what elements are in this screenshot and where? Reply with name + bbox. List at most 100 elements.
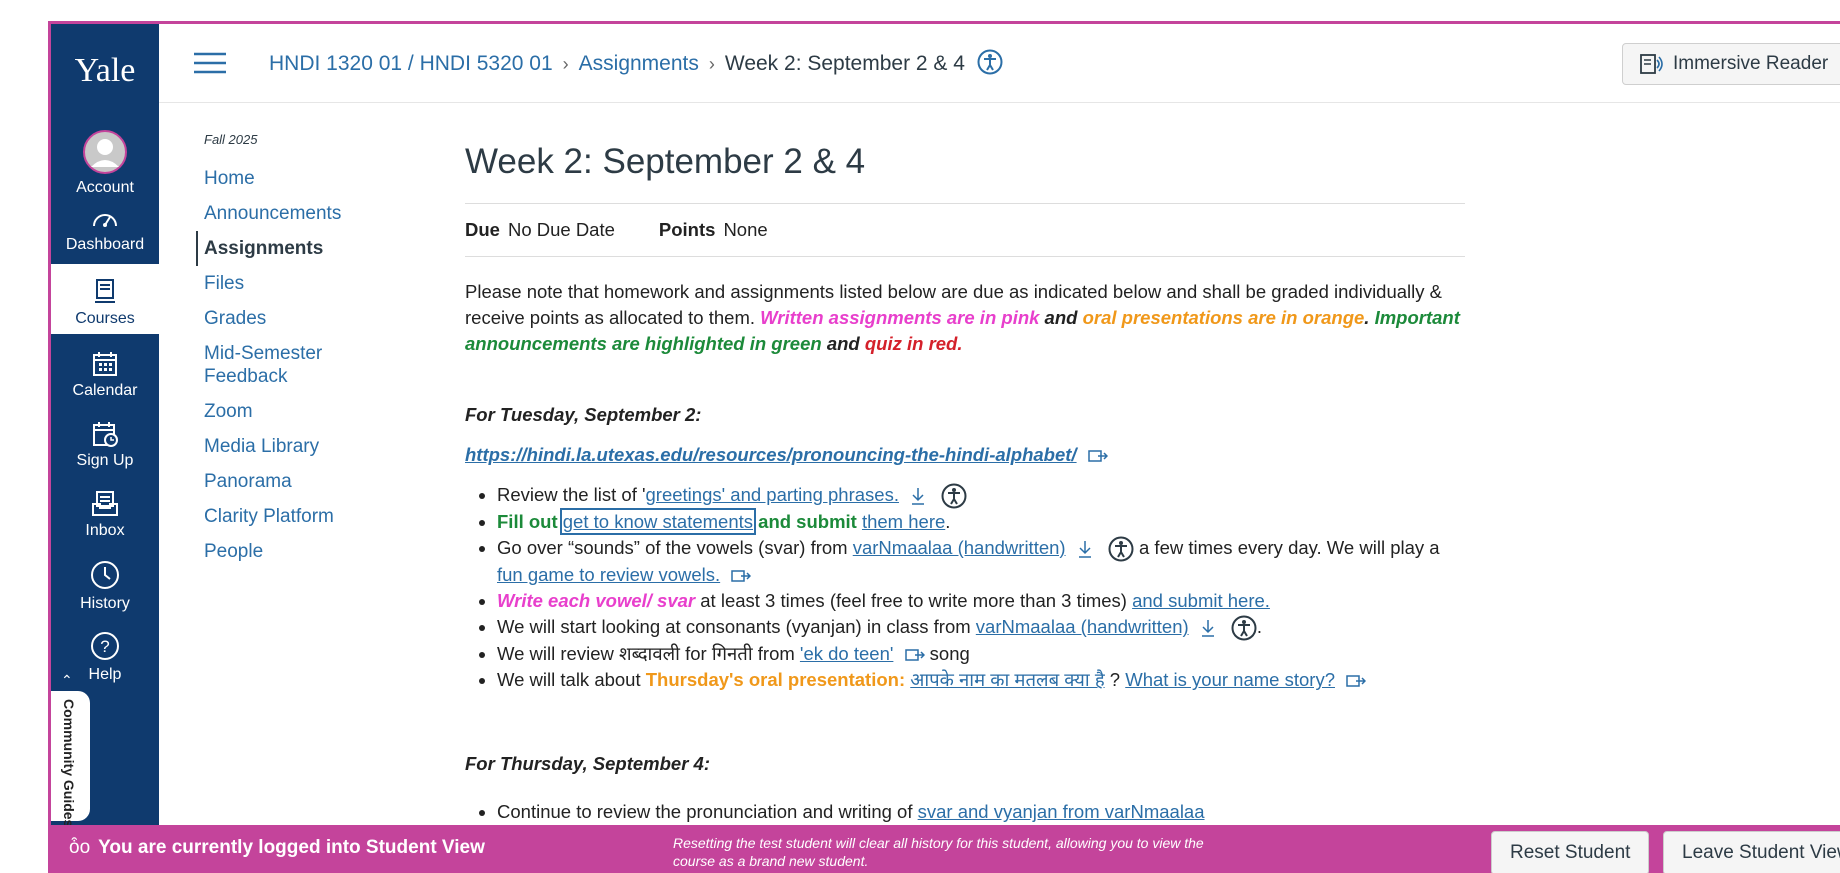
varnmaalaa-link[interactable]: varNmaalaa (handwritten) [853, 537, 1066, 558]
list-item: Fill out get to know statements and subm… [497, 508, 1465, 536]
alphabet-resource-link[interactable]: https://hindi.la.utexas.edu/resources/pr… [465, 444, 1077, 465]
ek-do-teen-link[interactable]: 'ek do teen' [800, 643, 893, 664]
list-item: Write each vowel/ svar at least 3 times … [497, 588, 1465, 614]
dashboard-icon [93, 214, 117, 227]
nav-inbox[interactable]: Inbox [51, 490, 159, 540]
item-text: Go over “sounds” of the vowels (svar) fr… [497, 537, 853, 559]
reset-student-button[interactable]: Reset Student [1491, 831, 1650, 873]
external-link-icon [731, 570, 752, 583]
item-text: at least 3 times (feel free to write mor… [695, 590, 1133, 612]
nav-courses[interactable]: Courses [51, 264, 159, 334]
community-guides-tab[interactable]: Community Guides [51, 691, 90, 827]
submit-vowels-link[interactable]: and submit here. [1132, 590, 1270, 611]
calendar-icon [93, 352, 117, 376]
community-guides-label: Community Guides [61, 699, 77, 828]
nav-history-label: History [80, 595, 130, 612]
accessibility-icon[interactable] [977, 49, 1003, 75]
external-link-icon [1346, 675, 1367, 688]
submit-here-link[interactable]: them here [862, 511, 945, 532]
immersive-reader-label: Immersive Reader [1673, 53, 1829, 74]
name-story-link[interactable]: What is your name story? [1125, 669, 1335, 690]
accessibility-icon[interactable] [1231, 615, 1257, 641]
courses-icon [95, 279, 115, 303]
download-icon[interactable] [1200, 619, 1216, 638]
accessibility-icon[interactable] [1108, 536, 1134, 562]
course-nav-assignments[interactable]: Assignments [196, 231, 378, 266]
item-text: song [924, 643, 970, 665]
intro-dot: . [1364, 307, 1375, 328]
download-icon[interactable] [1077, 540, 1093, 558]
svar-vyanjan-link[interactable]: svar and vyanjan from varNmaalaa [918, 801, 1205, 822]
item-text: We will talk about [497, 669, 646, 691]
due-value: No Due Date [507, 219, 615, 240]
page-title: Week 2: September 2 & 4 [465, 142, 866, 181]
nav-account[interactable]: Account [51, 129, 159, 197]
hamburger-menu-icon[interactable] [194, 52, 226, 74]
oral-presentation-text: Thursday's oral presentation [645, 669, 899, 691]
item-text: We will start looking at consonants (vya… [497, 616, 976, 638]
course-nav-grades[interactable]: Grades [188, 301, 378, 336]
greetings-link[interactable]: greetings' and parting phrases. [646, 484, 899, 505]
thursday-heading: For Thursday, September 4: [465, 753, 711, 775]
yale-logo[interactable]: Yale [51, 52, 159, 102]
breadcrumb-separator-icon: › [708, 54, 715, 74]
svg-text:?: ? [100, 637, 109, 656]
app-frame: Yale Account Dashboard Courses Calendar … [48, 21, 1840, 873]
breadcrumb-separator-icon: › [562, 54, 569, 74]
nav-calendar-label: Calendar [72, 382, 138, 399]
write-vowel-text: Write each vowel/ svar [497, 590, 696, 612]
sign-up-icon [93, 422, 118, 447]
get-to-know-link[interactable]: get to know statements [559, 508, 757, 536]
list-item: We will start looking at consonants (vya… [497, 614, 1465, 641]
student-view-bar: o͒o You are currently logged into Student… [51, 825, 1840, 873]
course-nav: Fall 2025 Home Announcements Assignments… [188, 132, 378, 569]
student-view-text: You are currently logged into Student Vi… [98, 837, 485, 858]
nav-account-label: Account [76, 179, 134, 196]
list-item: Continue to review the pronunciation and… [497, 799, 1465, 825]
history-icon [91, 561, 119, 589]
intro-and: and [821, 333, 865, 354]
nav-sign-up[interactable]: Sign Up [51, 420, 159, 470]
breadcrumb-current: Week 2: September 2 & 4 [724, 52, 965, 75]
nav-help-label: Help [88, 666, 122, 683]
accessibility-icon[interactable] [941, 483, 967, 509]
course-nav-announcements[interactable]: Announcements [188, 196, 378, 231]
collapse-nav-chevron-icon[interactable]: ⌃ [61, 672, 73, 689]
course-nav-home[interactable]: Home [188, 161, 378, 196]
external-link-icon [904, 649, 925, 662]
external-link-icon [1087, 450, 1108, 462]
breadcrumb-assignments[interactable]: Assignments [579, 52, 699, 75]
list-item: We will review शब्दावली for गिनती from '… [497, 641, 1465, 667]
assignment-content: Week 2: September 2 & 4 Due No Due Date Po… [465, 119, 1465, 825]
nav-dashboard-label: Dashboard [65, 236, 145, 253]
item-text: : [898, 669, 911, 691]
course-nav-media-library[interactable]: Media Library [188, 429, 378, 464]
thursday-list: Continue to review the pronunciation and… [465, 799, 1465, 825]
breadcrumb: HNDI 1320 01 / HNDI 5320 01 › Assignments ›… [269, 49, 1003, 76]
fun-game-link[interactable]: fun game to review vowels. [497, 564, 720, 585]
course-nav-zoom[interactable]: Zoom [188, 394, 378, 429]
varnmaalaa-consonants-link[interactable]: varNmaalaa (handwritten) [976, 616, 1189, 637]
nav-calendar[interactable]: Calendar [51, 350, 159, 400]
tuesday-heading: For Tuesday, September 2: [465, 404, 702, 425]
nav-history[interactable]: History [51, 559, 159, 613]
name-meaning-link[interactable]: आपके नाम का मतलब क्या है [910, 669, 1104, 690]
inbox-icon [92, 491, 118, 516]
course-nav-clarity-platform[interactable]: Clarity Platform [188, 499, 378, 534]
points-value: None [723, 219, 768, 240]
fill-out-text: Fill out [497, 511, 558, 533]
course-nav-mid-semester-feedback[interactable]: Mid-Semester Feedback [188, 336, 378, 394]
breadcrumb-course[interactable]: HNDI 1320 01 / HNDI 5320 01 [269, 52, 553, 75]
nav-dashboard[interactable]: Dashboard [51, 208, 159, 254]
nav-courses-label: Courses [75, 310, 135, 327]
leave-student-view-button[interactable]: Leave Student View [1663, 831, 1840, 873]
download-icon[interactable] [910, 487, 926, 505]
immersive-reader-button[interactable]: Immersive Reader [1622, 43, 1840, 85]
item-text: . [1256, 616, 1263, 638]
course-nav-files[interactable]: Files [188, 266, 378, 301]
item-text: a few times every day. We will play a [1133, 537, 1440, 559]
nav-inbox-label: Inbox [85, 522, 125, 539]
course-nav-panorama[interactable]: Panorama [188, 464, 378, 499]
intro-pink: Written assignments are in pink [760, 307, 1040, 328]
course-nav-people[interactable]: People [188, 534, 378, 569]
